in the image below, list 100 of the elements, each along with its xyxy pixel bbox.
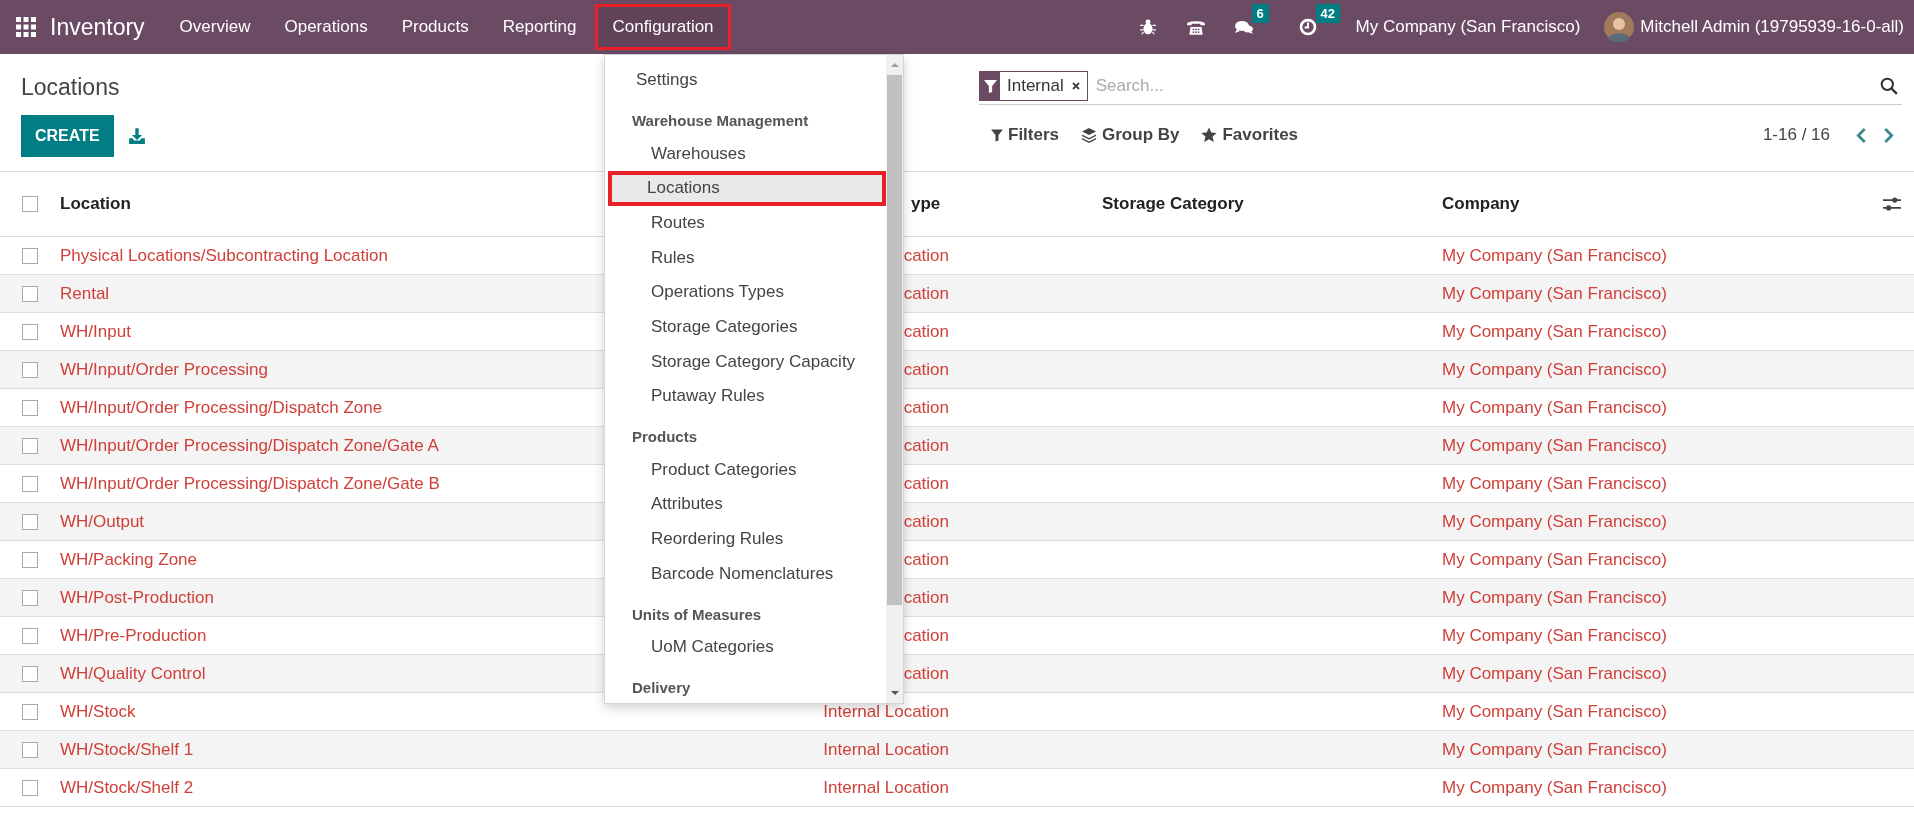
layers-icon xyxy=(1081,127,1098,143)
menu-item[interactable]: Operations xyxy=(267,4,385,50)
dropdown-menu-item[interactable]: Rules xyxy=(605,240,886,275)
dropdown-menu-item[interactable]: Reordering Rules xyxy=(605,521,886,557)
menu-item[interactable]: Configuration xyxy=(595,4,731,50)
search-icon[interactable] xyxy=(1880,77,1898,95)
row-checkbox[interactable] xyxy=(22,361,38,378)
company-cell-text: My Company (San Francisco) xyxy=(1442,245,1668,266)
row-checkbox[interactable] xyxy=(22,779,38,796)
company-cell-text: My Company (San Francisco) xyxy=(1442,625,1668,646)
user-avatar-icon[interactable] xyxy=(1604,12,1635,42)
activity-count-badge: 42 xyxy=(1315,4,1340,23)
group-by-button[interactable]: Group By xyxy=(1070,125,1191,145)
location-cell[interactable]: WH/Stock/Shelf 1 xyxy=(60,739,815,760)
menu-section-header: Warehouse Management xyxy=(631,111,810,132)
dropdown-menu-item[interactable]: Settings xyxy=(605,63,886,98)
app-name[interactable]: Inventory xyxy=(50,13,145,41)
company-cell-text: My Company (San Francisco) xyxy=(1442,511,1668,532)
dropdown-menu-item[interactable]: Attributes xyxy=(605,486,886,522)
scroll-up-icon[interactable] xyxy=(889,62,900,68)
menu-section-header: Delivery xyxy=(631,678,692,699)
company-cell-text: My Company (San Francisco) xyxy=(1442,473,1668,494)
row-checkbox[interactable] xyxy=(22,703,38,720)
column-header[interactable]: Storage Category xyxy=(1102,194,1442,214)
location-type-cell-text: cation xyxy=(902,321,950,342)
dropdown-menu-item[interactable]: Putaway Rules xyxy=(605,379,886,414)
dropdown-menu-item[interactable]: Barcode Nomenclatures xyxy=(605,556,886,591)
row-checkbox[interactable] xyxy=(22,513,38,530)
menu-item[interactable]: Overview xyxy=(162,4,268,50)
company-cell-text: My Company (San Francisco) xyxy=(1442,549,1668,570)
dropdown-menu-item[interactable]: Product Categories xyxy=(605,452,886,487)
company-cell-text: My Company (San Francisco) xyxy=(1442,435,1668,456)
dropdown-menu-item[interactable]: Locations xyxy=(608,170,886,206)
row-checkbox[interactable] xyxy=(22,399,38,416)
dropdown-menu-item[interactable]: Storage Category Capacity xyxy=(605,344,886,379)
scroll-down-icon[interactable] xyxy=(889,690,900,696)
location-type-cell-text: Internal Location xyxy=(822,701,950,722)
row-checkbox[interactable] xyxy=(22,247,38,264)
pager-value[interactable]: 1-16 / 16 xyxy=(1762,125,1830,145)
row-checkbox[interactable] xyxy=(22,437,38,454)
location-type-cell-text: cation xyxy=(902,283,950,304)
location-type-cell-text: cation xyxy=(902,587,950,608)
previous-page-icon[interactable] xyxy=(1856,127,1867,143)
dropdown-menu-item[interactable]: UoM Categories xyxy=(605,629,886,665)
bug-icon[interactable] xyxy=(1137,18,1158,36)
select-all-checkbox[interactable] xyxy=(22,196,38,212)
location-type-cell-text: Internal Location xyxy=(822,777,950,798)
company-switcher[interactable]: My Company (San Francisco) xyxy=(1355,17,1581,37)
company-cell-text: My Company (San Francisco) xyxy=(1442,777,1668,798)
column-header[interactable]: Company xyxy=(1442,194,1870,214)
location-type-cell-text: cation xyxy=(902,397,950,418)
apps-menu-icon[interactable] xyxy=(16,17,36,37)
dropdown-menu-item[interactable]: Warehouses xyxy=(605,136,886,171)
row-checkbox[interactable] xyxy=(22,589,38,606)
dropdown-menu-item[interactable]: Operations Types xyxy=(605,275,886,310)
location-type-cell-text: cation xyxy=(902,511,950,532)
row-checkbox[interactable] xyxy=(22,285,38,302)
location-type-cell-text: cation xyxy=(902,549,950,570)
user-menu[interactable]: Mitchell Admin (19795939-16-0-all) xyxy=(1640,17,1904,37)
row-checkbox[interactable] xyxy=(22,627,38,644)
company-cell-text: My Company (San Francisco) xyxy=(1442,283,1668,304)
row-checkbox[interactable] xyxy=(22,323,38,340)
dropdown-menu-item[interactable]: Storage Categories xyxy=(605,309,886,345)
clock-icon[interactable] xyxy=(1297,18,1318,36)
company-cell-text: My Company (San Francisco) xyxy=(1442,663,1668,684)
menu-item[interactable]: Products xyxy=(384,4,486,50)
scrollbar[interactable] xyxy=(886,55,903,703)
company-cell-text: My Company (San Francisco) xyxy=(1442,587,1668,608)
filter-facet[interactable]: Internal xyxy=(979,71,1088,101)
chat-icon[interactable] xyxy=(1233,18,1254,36)
location-cell[interactable]: WH/Stock/Shelf 2 xyxy=(60,777,815,798)
location-type-cell-text: cation xyxy=(902,625,950,646)
location-type-cell-text: cation xyxy=(902,473,950,494)
company-cell-text: My Company (San Francisco) xyxy=(1442,739,1668,760)
column-settings-icon[interactable] xyxy=(1883,196,1901,212)
company-cell-text: My Company (San Francisco) xyxy=(1442,359,1668,380)
facet-label: Internal xyxy=(1006,76,1065,96)
download-icon[interactable] xyxy=(127,127,146,145)
menu-item[interactable]: Reporting xyxy=(485,4,594,50)
page-title: Locations xyxy=(21,76,120,99)
location-type-cell-text: Internal Location xyxy=(822,739,950,760)
favorites-button[interactable]: Favorites xyxy=(1190,125,1310,145)
phone-icon[interactable] xyxy=(1185,18,1206,36)
row-checkbox[interactable] xyxy=(22,741,38,758)
row-checkbox[interactable] xyxy=(22,551,38,568)
search-bar[interactable]: Internal Search... xyxy=(979,68,1902,105)
filter-icon xyxy=(991,128,1003,142)
row-checkbox[interactable] xyxy=(22,475,38,492)
location-cell[interactable]: WH/Stock xyxy=(60,701,815,722)
filter-icon xyxy=(983,79,997,93)
close-icon[interactable] xyxy=(1070,81,1081,91)
menu-section-header: Units of Measures xyxy=(631,604,763,625)
dropdown-menu-item[interactable]: Routes xyxy=(605,205,886,241)
company-cell-text: My Company (San Francisco) xyxy=(1442,397,1668,418)
create-button[interactable]: CREATE xyxy=(21,115,114,157)
next-page-icon[interactable] xyxy=(1883,127,1894,143)
filters-button[interactable]: Filters xyxy=(979,125,1071,145)
row-checkbox[interactable] xyxy=(22,665,38,682)
menu-section-header: Products xyxy=(631,427,698,448)
company-cell-text: My Company (San Francisco) xyxy=(1442,701,1668,722)
